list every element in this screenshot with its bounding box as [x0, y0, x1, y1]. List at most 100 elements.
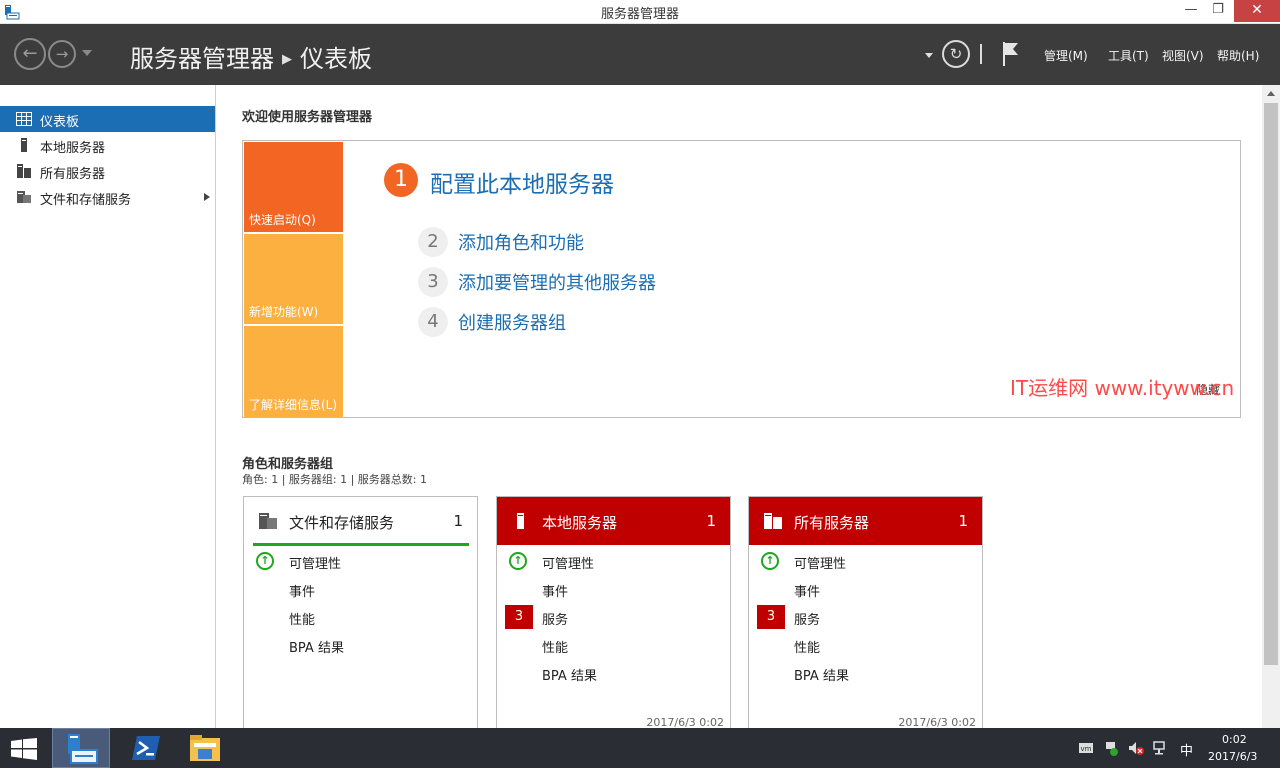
network-icon[interactable]: [1152, 740, 1168, 756]
window-title: 服务器管理器: [600, 7, 679, 22]
vmware-tools-icon[interactable]: vm: [1078, 740, 1094, 756]
whats-new-tile[interactable]: 新增功能(W): [244, 234, 343, 324]
servers-icon: [17, 164, 31, 178]
step-number: 3: [418, 267, 448, 297]
menu-help[interactable]: 帮助(H): [1217, 47, 1259, 64]
scrollbar-thumb[interactable]: [1264, 103, 1278, 665]
status-ok-icon: ↑: [761, 552, 779, 570]
card-title: 本地服务器: [542, 514, 618, 532]
sidebar-item-all-servers[interactable]: 所有服务器: [0, 158, 215, 184]
add-other-servers-link[interactable]: 添加要管理的其他服务器: [458, 269, 656, 295]
events-row[interactable]: 事件: [794, 581, 820, 600]
taskbar-server-manager[interactable]: [52, 728, 110, 768]
powershell-icon: [132, 736, 160, 760]
taskbar-file-explorer[interactable]: [176, 728, 234, 768]
status-ok-icon: ↑: [256, 552, 274, 570]
card-file-storage[interactable]: 文件和存储服务 1 ↑ 可管理性 事件 性能 BPA 结果: [243, 496, 478, 728]
sidebar-item-label: 所有服务器: [40, 167, 106, 182]
menu-view[interactable]: 视图(V): [1162, 47, 1204, 64]
manageability-row[interactable]: 可管理性: [794, 553, 846, 572]
volume-muted-icon[interactable]: [1128, 740, 1144, 756]
close-button[interactable]: ✕: [1234, 0, 1280, 22]
servers-icon: [764, 513, 782, 529]
roles-summary: 角色: 1 | 服务器组: 1 | 服务器总数: 1: [242, 473, 428, 486]
svg-text:vm: vm: [1081, 745, 1092, 753]
card-count: 1: [706, 512, 716, 530]
performance-row[interactable]: 性能: [542, 637, 568, 656]
create-server-group-link[interactable]: 创建服务器组: [458, 309, 566, 335]
refresh-button[interactable]: ↻: [942, 40, 970, 68]
server-icon: [517, 513, 524, 529]
card-header[interactable]: 本地服务器 1: [497, 497, 730, 545]
status-ok-bar: [253, 543, 469, 546]
tile-label: 了解详细信息(L): [249, 398, 338, 412]
arrow-right-icon: →: [55, 45, 69, 63]
sidebar-item-local-server[interactable]: 本地服务器: [0, 132, 215, 158]
add-roles-features-link[interactable]: 添加角色和功能: [458, 229, 584, 255]
card-header[interactable]: 文件和存储服务 1: [244, 497, 477, 545]
refresh-icon: ↻: [949, 45, 963, 63]
services-alert-badge: 3: [505, 605, 533, 629]
minimize-button[interactable]: —: [1176, 0, 1206, 22]
taskbar-powershell[interactable]: [118, 728, 176, 768]
server-manager-app-icon: [68, 734, 98, 764]
services-alert-badge: 3: [757, 605, 785, 629]
vertical-scrollbar[interactable]: [1262, 85, 1280, 728]
sidebar-item-dashboard[interactable]: 仪表板: [0, 106, 215, 132]
expand-arrow-icon[interactable]: [204, 193, 210, 201]
manageability-row[interactable]: 可管理性: [289, 553, 341, 572]
card-title: 文件和存储服务: [289, 514, 395, 532]
notifications-flag-icon[interactable]: [1000, 40, 1020, 68]
clock-date[interactable]: 2017/6/3: [1208, 750, 1257, 763]
manageability-row[interactable]: 可管理性: [542, 553, 594, 572]
card-all-servers[interactable]: 所有服务器 1 ↑ 可管理性 事件 3 服务 性能 BPA 结果 2017/6/…: [748, 496, 983, 728]
arrow-left-icon: ←: [22, 43, 38, 64]
quick-start-tile[interactable]: 快速启动(Q): [244, 142, 343, 232]
watermark: IT运维网 www.ityww.cn: [1010, 376, 1235, 400]
forward-button[interactable]: →: [48, 40, 76, 68]
tile-label: 快速启动(Q): [249, 213, 316, 227]
history-dropdown-icon[interactable]: [82, 50, 92, 56]
sidebar-item-file-storage[interactable]: 文件和存储服务: [0, 184, 215, 210]
sidebar-item-label: 文件和存储服务: [40, 193, 132, 208]
performance-row[interactable]: 性能: [794, 637, 820, 656]
action-center-icon[interactable]: [1103, 740, 1119, 756]
header-dropdown-icon[interactable]: [925, 53, 933, 58]
breadcrumb-separator-icon: ▶: [282, 52, 292, 67]
breadcrumb: 服务器管理器 ▶ 仪表板: [130, 39, 372, 74]
events-row[interactable]: 事件: [542, 581, 568, 600]
bpa-results-row[interactable]: BPA 结果: [542, 665, 597, 684]
events-row[interactable]: 事件: [289, 581, 315, 600]
server-icon: [21, 138, 27, 152]
menu-manage[interactable]: 管理(M): [1044, 47, 1088, 64]
services-row[interactable]: 服务: [542, 609, 568, 628]
configure-local-server-link[interactable]: 配置此本地服务器: [430, 165, 614, 199]
breadcrumb-root[interactable]: 服务器管理器: [130, 45, 274, 73]
window-titlebar: 服务器管理器 — ❐ ✕: [0, 0, 1280, 24]
clock-time[interactable]: 0:02: [1222, 733, 1247, 746]
sidebar: 仪表板 本地服务器 所有服务器 文件和存储服务: [0, 85, 216, 728]
bpa-results-row[interactable]: BPA 结果: [794, 665, 849, 684]
input-method-indicator[interactable]: 中: [1180, 740, 1193, 759]
card-title: 所有服务器: [794, 514, 870, 532]
sidebar-item-label: 本地服务器: [40, 141, 106, 156]
step-number: 1: [384, 163, 418, 197]
learn-more-tile[interactable]: 了解详细信息(L): [244, 326, 343, 417]
menu-tools[interactable]: 工具(T): [1108, 47, 1149, 64]
card-timestamp: 2017/6/3 0:02: [646, 716, 724, 728]
maximize-button[interactable]: ❐: [1204, 0, 1232, 22]
bpa-results-row[interactable]: BPA 结果: [289, 637, 344, 656]
step-number: 4: [418, 307, 448, 337]
roles-title: 角色和服务器组: [242, 457, 334, 472]
card-local-server[interactable]: 本地服务器 1 ↑ 可管理性 事件 3 服务 性能 BPA 结果 2017/6/…: [496, 496, 731, 728]
card-header[interactable]: 所有服务器 1: [749, 497, 982, 545]
welcome-title: 欢迎使用服务器管理器: [242, 110, 373, 125]
dashboard-icon: [16, 112, 32, 126]
windows-start-icon[interactable]: [10, 738, 38, 760]
back-button[interactable]: ←: [14, 38, 46, 70]
step-number: 2: [418, 227, 448, 257]
sidebar-item-label: 仪表板: [40, 115, 80, 130]
services-row[interactable]: 服务: [794, 609, 820, 628]
scroll-up-icon[interactable]: [1267, 91, 1275, 96]
performance-row[interactable]: 性能: [289, 609, 315, 628]
